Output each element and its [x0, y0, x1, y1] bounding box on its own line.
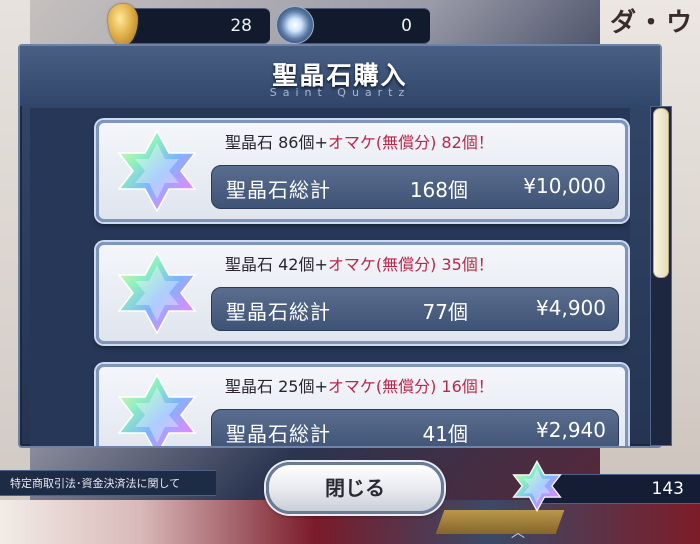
base-quantity: 聖晶石 25個+	[225, 377, 328, 396]
saint-quartz-icon	[512, 460, 562, 512]
total-label: 聖晶石総計	[226, 422, 331, 446]
bonus-quantity: オマケ(無償分) 35個！	[327, 255, 494, 274]
saint-quartz-icon	[117, 129, 197, 213]
product-price: ¥4,900	[536, 296, 606, 320]
mana-prism-icon	[276, 6, 314, 44]
owned-quartz-value: 143	[651, 479, 684, 499]
product-total-bar: 聖晶石総計 41個 ¥2,940	[211, 409, 619, 446]
chevron-up-icon: ︿	[511, 525, 525, 541]
background-title-text: ダ・ウ	[610, 8, 695, 38]
product-description: 聖晶石 86個+オマケ(無償分) 82個！	[225, 129, 494, 153]
saint-quartz-icon	[117, 251, 197, 335]
total-count: 41個	[422, 422, 468, 446]
dialog-subtitle: Saint Quartz	[269, 86, 411, 99]
scrollbar-thumb[interactable]	[653, 108, 669, 278]
owned-quartz-counter: 143	[538, 474, 700, 504]
base-quantity: 聖晶石 42個+	[225, 255, 328, 274]
product-list[interactable]: 聖晶石 86個+オマケ(無償分) 82個！ 聖晶石総計 168個 ¥10,000…	[30, 108, 630, 446]
gold-apple-counter: 28	[120, 8, 270, 44]
product-description: 聖晶石 25個+オマケ(無償分) 16個！	[225, 373, 494, 397]
product-description: 聖晶石 42個+オマケ(無償分) 35個！	[225, 251, 494, 275]
base-quantity: 聖晶石 86個+	[225, 133, 328, 152]
product-total-bar: 聖晶石総計 168個 ¥10,000	[211, 165, 619, 209]
total-count: 168個	[409, 178, 468, 202]
legal-notice-link[interactable]: 特定商取引法･資金決済法に関して	[0, 470, 216, 496]
decorative-gold-strip	[435, 510, 565, 534]
bonus-quantity: オマケ(無償分) 82個！	[327, 133, 494, 152]
mana-prism-value: 0	[401, 16, 412, 36]
close-button[interactable]: 閉じる	[266, 462, 444, 514]
bonus-quantity: オマケ(無償分) 16個！	[327, 377, 494, 396]
product-card-1[interactable]: 聖晶石 86個+オマケ(無償分) 82個！ 聖晶石総計 168個 ¥10,000	[96, 120, 628, 222]
total-count: 77個	[422, 300, 468, 324]
total-label: 聖晶石総計	[226, 300, 331, 324]
purchase-dialog: 聖晶石購入 Saint Quartz 聖晶石 86個+オマケ(無償分) 82個！…	[18, 44, 662, 448]
dialog-header: 聖晶石購入 Saint Quartz	[20, 46, 660, 106]
product-total-bar: 聖晶石総計 77個 ¥4,900	[211, 287, 619, 331]
total-label: 聖晶石総計	[226, 178, 331, 202]
product-card-2[interactable]: 聖晶石 42個+オマケ(無償分) 35個！ 聖晶石総計 77個 ¥4,900	[96, 242, 628, 344]
product-price: ¥2,940	[536, 418, 606, 442]
gold-apple-value: 28	[230, 16, 252, 36]
saint-quartz-icon	[117, 373, 197, 446]
product-card-3[interactable]: 聖晶石 25個+オマケ(無償分) 16個！ 聖晶石総計 41個 ¥2,940	[96, 364, 628, 446]
product-price: ¥10,000	[523, 174, 606, 198]
